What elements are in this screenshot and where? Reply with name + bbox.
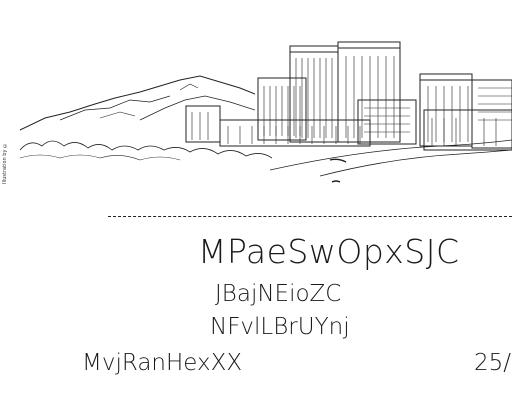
card-title: MPaeSwOpxSJC bbox=[198, 232, 460, 271]
bottom-right-text: 25/ bbox=[474, 350, 512, 376]
dashed-divider bbox=[108, 216, 512, 217]
subtitle-line-2: NFvlLBrUYnj bbox=[210, 314, 350, 340]
subtitle-line-1: JBajNEioZC bbox=[215, 281, 342, 307]
city-skyline-illustration bbox=[19, 41, 512, 183]
illustration-credit: Illustration by © bbox=[2, 142, 8, 184]
document-page: Illustration by © MPaeSwOpxSJC JBajNEioZ… bbox=[0, 0, 512, 400]
bottom-left-text: MvjRanHexXX bbox=[82, 350, 243, 376]
